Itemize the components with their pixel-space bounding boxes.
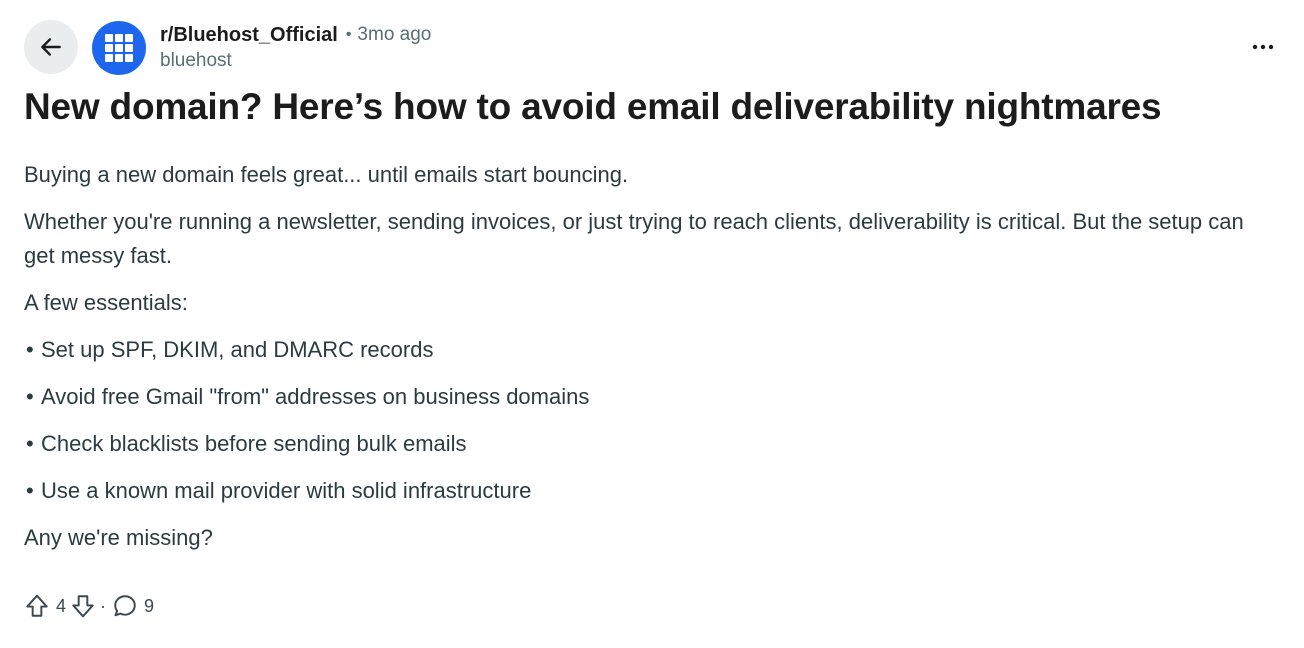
vote-count: 4 [56, 595, 67, 616]
bullet-marker: • [26, 337, 34, 362]
list-item-text: Avoid free Gmail "from" addresses on bus… [41, 384, 590, 409]
bullet-marker: • [26, 384, 34, 409]
post-paragraph: Buying a new domain feels great... until… [24, 162, 629, 187]
post-meta: r/Bluehost_Official • 3mo ago bluehost [160, 22, 431, 74]
downvote-button[interactable] [70, 593, 96, 619]
more-horizontal-icon [1252, 44, 1274, 50]
list-item: • Use a known mail provider with solid i… [24, 474, 1280, 508]
upvote-arrow-icon [26, 594, 48, 617]
post-paragraph: A few essentials: [24, 290, 188, 315]
subreddit-link[interactable]: r/Bluehost_Official [160, 22, 338, 48]
downvote-arrow-icon [72, 595, 94, 618]
list-item-text: Set up SPF, DKIM, and DMARC records [41, 337, 434, 362]
list-item-text: Use a known mail provider with solid inf… [41, 478, 532, 503]
bullet-marker: • [26, 431, 34, 456]
author-link[interactable]: bluehost [160, 48, 431, 74]
list-item-text: Check blacklists before sending bulk ema… [41, 431, 467, 456]
post-body: Buying a new domain feels great... until… [24, 158, 1280, 568]
list-item: • Check blacklists before sending bulk e… [24, 427, 1280, 461]
post-header: r/Bluehost_Official • 3mo ago bluehost [24, 20, 1280, 76]
list-item: • Avoid free Gmail "from" addresses on b… [24, 380, 1280, 414]
bullet-marker: • [26, 478, 34, 503]
grid-logo-icon [105, 34, 133, 62]
meta-line: r/Bluehost_Official • 3mo ago [160, 22, 431, 48]
post-title: New domain? Here’s how to avoid email de… [24, 86, 1162, 127]
comment-bubble-icon [114, 595, 136, 617]
subreddit-avatar[interactable] [92, 21, 146, 75]
comment-count: 9 [144, 595, 155, 616]
list-item: • Set up SPF, DKIM, and DMARC records [24, 333, 1280, 367]
comments-button[interactable] [112, 593, 138, 619]
more-options-button[interactable] [1246, 30, 1280, 64]
post-closing: Any we're missing? [24, 525, 213, 550]
upvote-button[interactable] [24, 593, 50, 619]
post-actions: 4 · 9 [24, 590, 158, 622]
post-time: 3mo ago [357, 24, 432, 45]
arrow-left-icon [41, 38, 61, 56]
meta-separator: • [345, 26, 352, 43]
back-button[interactable] [24, 20, 78, 74]
footer-separator: · [100, 595, 107, 616]
post-paragraph: Whether you're running a newsletter, sen… [24, 209, 1244, 268]
